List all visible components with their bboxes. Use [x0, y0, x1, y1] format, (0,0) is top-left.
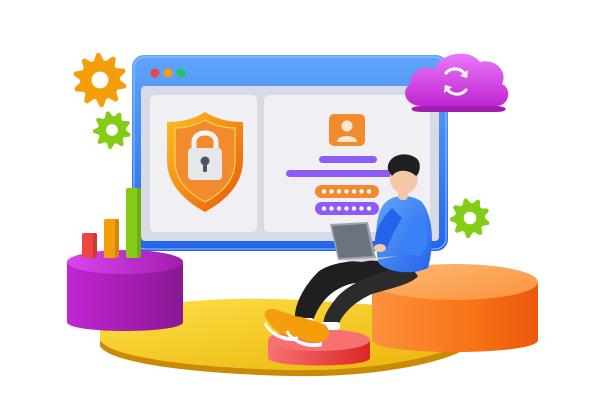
gear-icon: [450, 198, 490, 238]
password-dot: [321, 189, 327, 194]
form-line-1: [319, 156, 377, 163]
password-dot: [359, 206, 364, 211]
shield-panel: [150, 95, 257, 232]
password-dot: [329, 189, 334, 194]
password-dot: [359, 189, 364, 194]
security-illustration: [67, 53, 538, 377]
traffic-lights: [150, 68, 186, 78]
close-dot: [150, 68, 160, 78]
gear-icon: [73, 53, 127, 107]
password-dot: [351, 189, 357, 194]
password-dot: [329, 206, 334, 211]
password-dot: [336, 206, 342, 211]
password-dot: [344, 189, 349, 194]
password-dot: [321, 206, 327, 211]
gear-icon: [93, 111, 131, 149]
form-line-2: [286, 170, 406, 177]
password-dot: [336, 189, 342, 194]
password-dot: [351, 206, 357, 211]
password-dot: [344, 206, 349, 211]
maximize-dot: [176, 68, 186, 78]
cylinder-pedestal: [67, 250, 183, 331]
bar-chart-icon: [82, 188, 141, 258]
password-dot: [366, 189, 372, 194]
password-dot: [366, 206, 372, 211]
minimize-dot: [163, 68, 173, 78]
user-avatar-icon: [329, 114, 365, 146]
